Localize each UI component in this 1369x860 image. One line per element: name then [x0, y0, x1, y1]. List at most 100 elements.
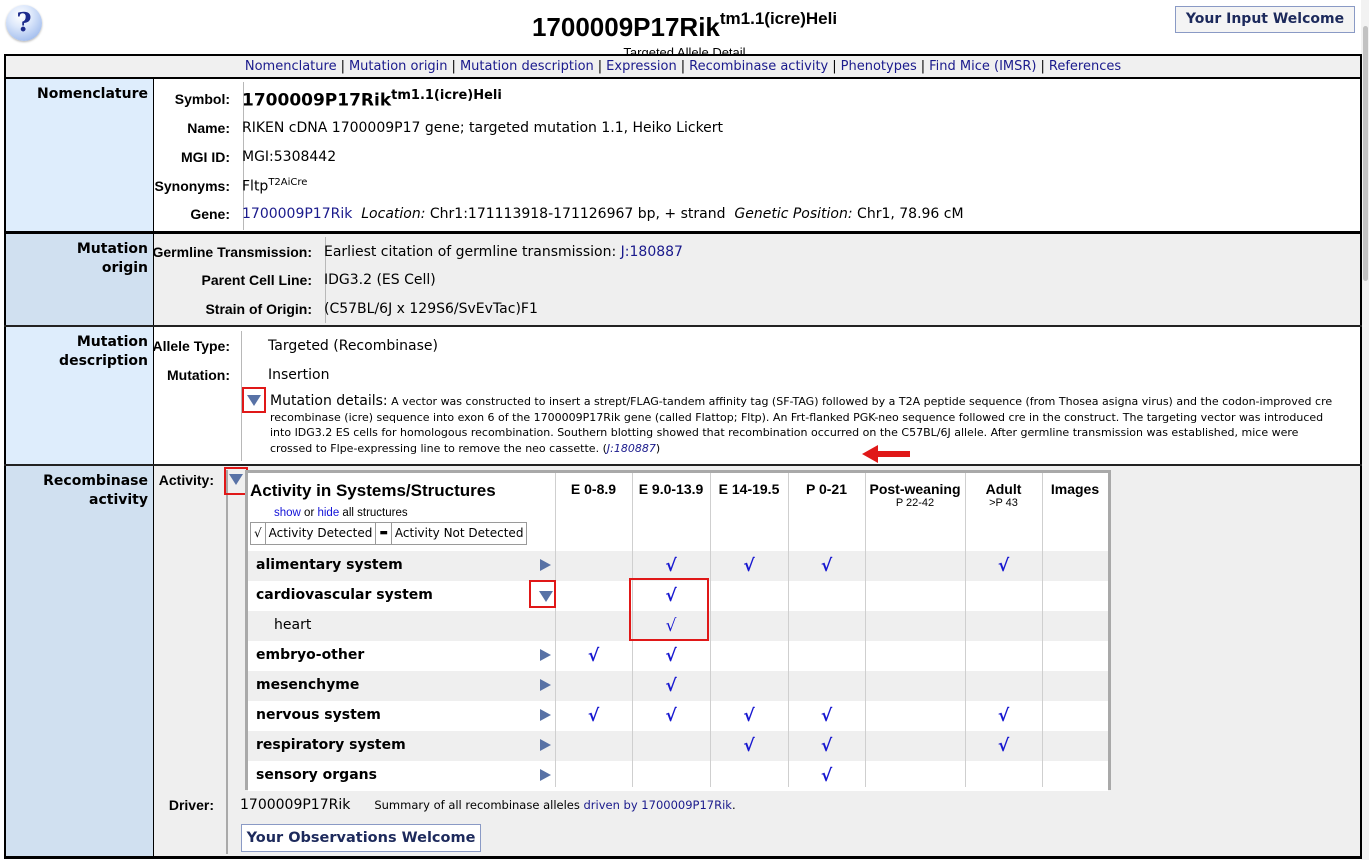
column-header: Images — [1042, 481, 1108, 497]
ref-paren: ) — [655, 441, 661, 455]
structure-toggle[interactable] — [540, 649, 551, 665]
scrollbar-thumb[interactable] — [1363, 26, 1368, 281]
structure-toggle[interactable] — [540, 709, 551, 725]
activity-detected-check: √ — [997, 706, 1010, 726]
parent-cell-line-row: Parent Cell Line: IDG3.2 (ES Cell) — [150, 268, 436, 292]
driver-summary-end: . — [731, 798, 736, 812]
legend-detected-symbol: √ — [251, 523, 266, 544]
synonyms-label: Synonyms: — [154, 178, 230, 194]
activity-detected-check: √ — [665, 706, 677, 726]
collapse-triangle-icon — [540, 679, 551, 691]
germline-citation-link[interactable]: J:180887 — [621, 244, 683, 260]
activity-row: respiratory system √ √ √ — [248, 731, 1108, 761]
section-label-line: Recombinase — [43, 473, 148, 489]
synonyms-row: Synonyms: FltpT2AiCre — [150, 174, 308, 198]
activity-detected-check: √ — [997, 736, 1010, 756]
structure-toggle[interactable] — [540, 739, 551, 755]
structure-label: heart — [274, 617, 312, 633]
nomenclature-section-label: Nomenclature — [6, 79, 154, 232]
driver-label: Driver: — [168, 797, 214, 813]
mgi-id-label: MGI ID: — [181, 149, 230, 165]
mutation-details-reference-link[interactable]: J:180887 — [607, 442, 656, 455]
activity-detected-check: √ — [665, 676, 677, 696]
column-header: P 0-21 — [788, 481, 865, 497]
parent-cell-line-label: Parent Cell Line: — [201, 272, 312, 288]
nav-recombinase-activity[interactable]: Recombinase activity — [689, 59, 828, 74]
name-label: Name: — [187, 120, 230, 136]
nav-mutation-origin[interactable]: Mutation origin — [349, 59, 448, 74]
mutation-details-label: Mutation details: — [270, 393, 388, 409]
structure-toggle[interactable] — [540, 559, 551, 575]
annotation-arrow-icon — [862, 445, 910, 463]
collapse-triangle-icon — [540, 769, 551, 781]
mutation-label: Mutation: — [167, 367, 230, 383]
section-label-line: description — [59, 353, 148, 369]
column-divider — [865, 473, 866, 787]
allele-type-row: Allele Type: Targeted (Recombinase) — [150, 334, 437, 358]
structure-label: mesenchyme — [256, 677, 360, 693]
page-header: 1700009P17Riktm1.1(icre)Heli Targeted Al… — [0, 2, 1369, 60]
column-header-label: E 0-8.9 — [570, 481, 617, 497]
driver-summary-text: Summary of all recombinase alleles — [374, 798, 584, 812]
nav-phenotypes[interactable]: Phenotypes — [841, 59, 917, 74]
activity-detected-check: √ — [743, 736, 755, 756]
gene-link[interactable]: 1700009P17Rik — [242, 206, 352, 222]
section-label-line: Mutation — [76, 241, 148, 257]
or-text: or — [300, 507, 318, 519]
driven-by-link[interactable]: driven by 1700009P17Rik — [584, 798, 732, 812]
strain-value: (C57BL/6J x 129S6/SvEvTac)F1 — [324, 301, 538, 317]
page-title: 1700009P17Riktm1.1(icre)Heli — [0, 2, 1369, 44]
activity-detected-check: √ — [820, 736, 833, 756]
column-header: Post-weaning P 22-42 — [865, 481, 965, 510]
strain-label: Strain of Origin: — [205, 301, 312, 317]
section-label-line: Mutation — [76, 334, 148, 350]
mutation-row: Mutation: Insertion — [150, 363, 329, 387]
nav-separator: | — [1040, 59, 1045, 74]
synonym-superscript: T2AiCre — [268, 177, 308, 189]
nav-expression[interactable]: Expression — [606, 59, 677, 74]
activity-legend: √ Activity Detected ▬ Activity Not Detec… — [250, 522, 528, 545]
collapse-triangle-icon — [540, 739, 551, 751]
nav-references[interactable]: References — [1049, 59, 1121, 74]
title-main: 1700009P17Rik — [531, 12, 720, 42]
your-input-welcome-button[interactable]: Your Input Welcome — [1175, 6, 1355, 33]
scrollbar[interactable] — [1361, 0, 1369, 860]
all-structures-text: all structures — [339, 507, 408, 519]
synonyms-value: FltpT2AiCre — [236, 177, 307, 195]
column-header: E 14-19.5 — [710, 481, 788, 497]
nav-separator: | — [340, 59, 345, 74]
activity-detected-check: √ — [665, 646, 677, 666]
driver-summary: Summary of all recombinase alleles drive… — [374, 798, 735, 812]
collapse-triangle-icon — [540, 649, 551, 661]
activity-table-title: Activity in Systems/Structures — [250, 481, 496, 500]
activity-row: alimentary system √ √ √ √ — [248, 551, 1108, 581]
nav-mutation-description[interactable]: Mutation description — [460, 59, 594, 74]
structure-toggle[interactable] — [540, 679, 551, 695]
collapse-triangle-icon — [540, 709, 551, 721]
your-observations-welcome-button[interactable]: Your Observations Welcome — [241, 824, 481, 852]
annotation-highlight-box — [529, 580, 556, 608]
symbol-value: 1700009P17Riktm1.1(icre)Heli — [236, 88, 502, 111]
germline-label: Germline Transmission: — [152, 244, 313, 260]
nav-nomenclature[interactable]: Nomenclature — [245, 59, 337, 74]
mutation-details-text: A vector was constructed to insert a str… — [270, 395, 1333, 455]
activity-label: Activity: — [158, 472, 214, 488]
column-header-sublabel: >P 43 — [989, 497, 1018, 509]
structure-label: sensory organs — [256, 767, 377, 783]
show-all-link[interactable]: show — [274, 507, 301, 519]
annotation-highlight-box — [242, 387, 266, 413]
strain-row: Strain of Origin: (C57BL/6J x 129S6/SvEv… — [150, 297, 538, 321]
activity-detected-check: √ — [665, 556, 677, 576]
hide-all-link[interactable]: hide — [317, 507, 339, 519]
nav-find-mice[interactable]: Find Mice (IMSR) — [929, 59, 1036, 74]
section-nav: Nomenclature | Mutation origin | Mutation de… — [4, 54, 1362, 79]
parent-cell-line-value: IDG3.2 (ES Cell) — [324, 272, 436, 288]
legend-detected-label: Activity Detected — [266, 523, 377, 544]
germline-text: Earliest citation of germline transmissi… — [324, 244, 617, 260]
column-header-label: Images — [1050, 481, 1100, 497]
gene-label: Gene: — [190, 206, 230, 222]
column-header-label: Adult — [985, 481, 1022, 497]
structure-toggle[interactable] — [540, 769, 551, 785]
location-value: Chr1:171113918-171126967 bp, + strand — [429, 206, 726, 222]
activity-detected-check: √ — [997, 556, 1010, 576]
